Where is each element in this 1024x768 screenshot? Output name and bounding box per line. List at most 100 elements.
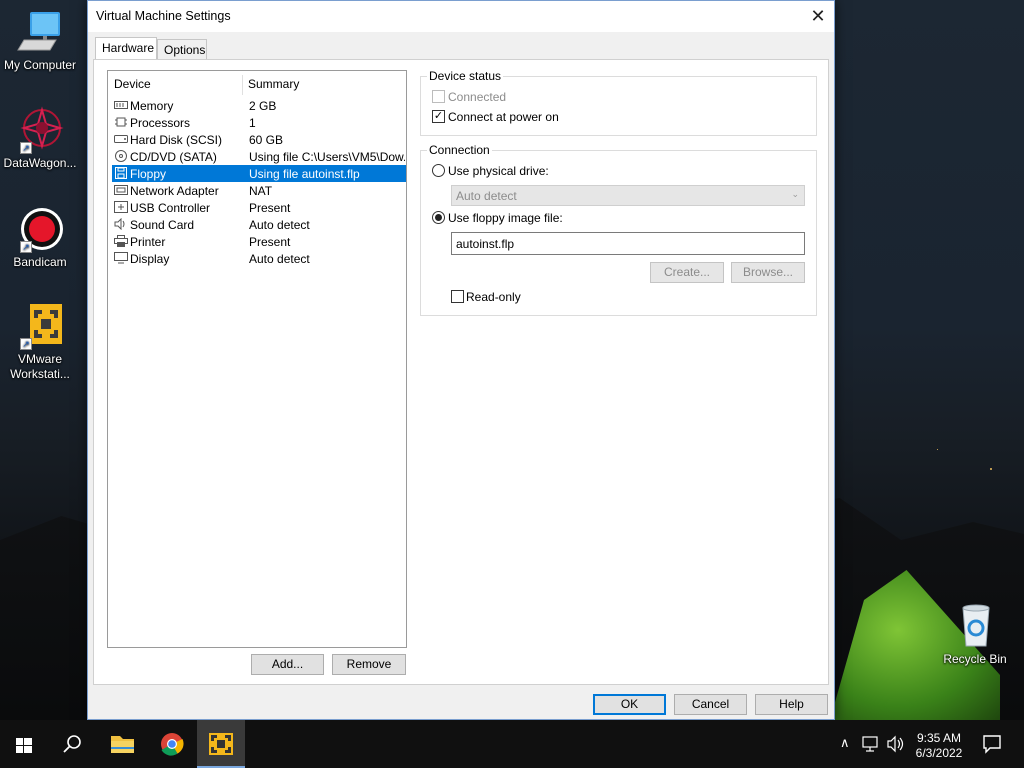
taskbar-vmware[interactable] [197, 720, 245, 768]
device-name: Printer [130, 235, 166, 249]
device-summary: Present [249, 201, 291, 215]
connect-at-power-on-checkbox[interactable]: ✓ [432, 110, 445, 123]
network-adapter-icon [114, 184, 128, 196]
device-summary: Auto detect [249, 252, 310, 266]
connection-group: Connection Use physical drive: Auto dete… [420, 143, 817, 316]
sound-card-icon [114, 217, 128, 231]
close-button[interactable]: ✕ [802, 1, 834, 32]
star [990, 468, 992, 470]
computer-icon [16, 8, 64, 56]
shortcut-arrow-icon: ↗ [20, 241, 32, 253]
usb-controller-icon [114, 201, 128, 213]
use-floppy-image-radio[interactable] [432, 211, 445, 224]
column-header-device[interactable]: Device [114, 77, 151, 91]
start-button[interactable] [0, 720, 48, 768]
desktop-icon-recycle-bin[interactable]: Recycle Bin [935, 602, 1015, 667]
shortcut-arrow-icon: ↗ [20, 338, 32, 350]
desktop-icon-label: My Computer [3, 58, 77, 72]
device-summary: NAT [249, 184, 273, 198]
device-summary: 1 [249, 116, 256, 130]
desktop-icon-label: Bandicam [13, 255, 67, 269]
memory-icon [114, 99, 128, 111]
connect-at-power-on-label: Connect at power on [448, 110, 559, 124]
floppy-image-path-input[interactable]: autoinst.flp [451, 232, 805, 255]
device-name: Processors [130, 116, 191, 130]
device-summary: Using file autoinst.flp [249, 167, 360, 181]
device-name: Memory [130, 99, 174, 113]
bandicam-icon: ↗ [16, 205, 64, 253]
create-button[interactable]: Create... [650, 262, 724, 283]
browse-button[interactable]: Browse... [731, 262, 805, 283]
speaker-icon[interactable] [886, 735, 904, 753]
taskbar: ∧ 9:35 AM 6/3/2022 [0, 720, 1024, 768]
device-list[interactable]: Device Summary Memory 2 GB Processors 1 Hard… [107, 70, 407, 648]
device-name: Display [130, 252, 170, 266]
taskbar-chrome[interactable] [148, 720, 196, 768]
help-button[interactable]: Help [755, 694, 828, 715]
device-status-legend: Device status [427, 69, 504, 83]
device-name: Sound Card [130, 218, 195, 232]
device-status-group: Device status Connected ✓ Connect at pow… [420, 69, 817, 136]
device-summary: 60 GB [249, 133, 284, 147]
network-icon[interactable] [862, 736, 880, 752]
chevron-up-icon[interactable]: ∧ [840, 735, 850, 751]
hardware-tab-panel: Device Summary Memory 2 GB Processors 1 Hard… [93, 59, 829, 685]
device-row-network-adapter[interactable]: Network Adapter NAT [112, 182, 406, 199]
device-row-hard-disk-scsi[interactable]: Hard Disk (SCSI) 60 GB [112, 131, 406, 148]
vmware-icon: ↗ [16, 302, 64, 350]
device-row-printer[interactable]: Printer Present [112, 233, 406, 250]
processor-icon [114, 116, 128, 128]
desktop-icon-label: DataWagon... [3, 156, 77, 170]
taskbar-file-explorer[interactable] [98, 720, 146, 768]
taskbar-clock[interactable]: 9:35 AM 6/3/2022 [904, 731, 974, 761]
star [937, 449, 938, 450]
column-separator[interactable] [242, 75, 243, 95]
clock-time: 9:35 AM [916, 731, 962, 745]
add-button[interactable]: Add... [251, 654, 324, 675]
use-physical-drive-label: Use physical drive: [448, 164, 549, 178]
dialog-titlebar[interactable]: Virtual Machine Settings ✕ [88, 1, 834, 32]
notification-icon [983, 735, 1001, 754]
vmware-icon [209, 733, 233, 755]
desktop-icon-bandicam[interactable]: ↗ Bandicam [0, 205, 80, 270]
device-row-cd-dvd-sata[interactable]: CD/DVD (SATA) Using file C:\Users\VM5\Dow… [112, 148, 406, 165]
device-summary: Using file C:\Users\VM5\Dow... [249, 150, 405, 164]
display-icon [114, 252, 128, 264]
device-row-processors[interactable]: Processors 1 [112, 114, 406, 131]
shortcut-arrow-icon: ↗ [20, 142, 32, 154]
desktop-icon-vmware[interactable]: ↗ VMware Workstati... [0, 302, 80, 382]
tab-hardware[interactable]: Hardware [95, 37, 157, 59]
use-floppy-image-label: Use floppy image file: [448, 211, 563, 225]
use-physical-drive-radio[interactable] [432, 164, 445, 177]
desktop-icon-my-computer[interactable]: My Computer [0, 8, 80, 73]
cd-dvd-icon [114, 150, 128, 162]
connected-label: Connected [448, 90, 507, 104]
read-only-checkbox[interactable] [451, 290, 464, 303]
device-name: Floppy [130, 167, 167, 181]
ok-button[interactable]: OK [593, 694, 666, 715]
connected-checkbox[interactable] [432, 90, 445, 103]
desktop-icon-datawagon[interactable]: ↗ DataWagon... [0, 106, 80, 171]
device-summary: Present [249, 235, 291, 249]
cancel-button[interactable]: Cancel [674, 694, 747, 715]
desktop-icon-label: Recycle Bin [943, 652, 1007, 666]
device-row-display[interactable]: Display Auto detect [112, 250, 406, 267]
dialog-title: Virtual Machine Settings [96, 9, 231, 23]
device-row-sound-card[interactable]: Sound Card Auto detect [112, 216, 406, 233]
search-icon [63, 735, 81, 753]
device-name: Hard Disk (SCSI) [130, 133, 223, 147]
connection-legend: Connection [427, 143, 492, 157]
action-center-button[interactable] [968, 720, 1016, 768]
device-summary: Auto detect [249, 218, 310, 232]
remove-button[interactable]: Remove [332, 654, 406, 675]
device-name: CD/DVD (SATA) [130, 150, 217, 164]
tab-options[interactable]: Options [157, 39, 207, 60]
clock-date: 6/3/2022 [915, 746, 963, 760]
physical-drive-dropdown[interactable]: Auto detect ⌄ [451, 185, 805, 206]
printer-icon [114, 235, 128, 247]
device-row-floppy[interactable]: Floppy Using file autoinst.flp [112, 165, 406, 182]
device-row-memory[interactable]: Memory 2 GB [112, 97, 406, 114]
column-header-summary[interactable]: Summary [248, 77, 299, 91]
search-button[interactable] [48, 720, 96, 768]
device-row-usb-controller[interactable]: USB Controller Present [112, 199, 406, 216]
